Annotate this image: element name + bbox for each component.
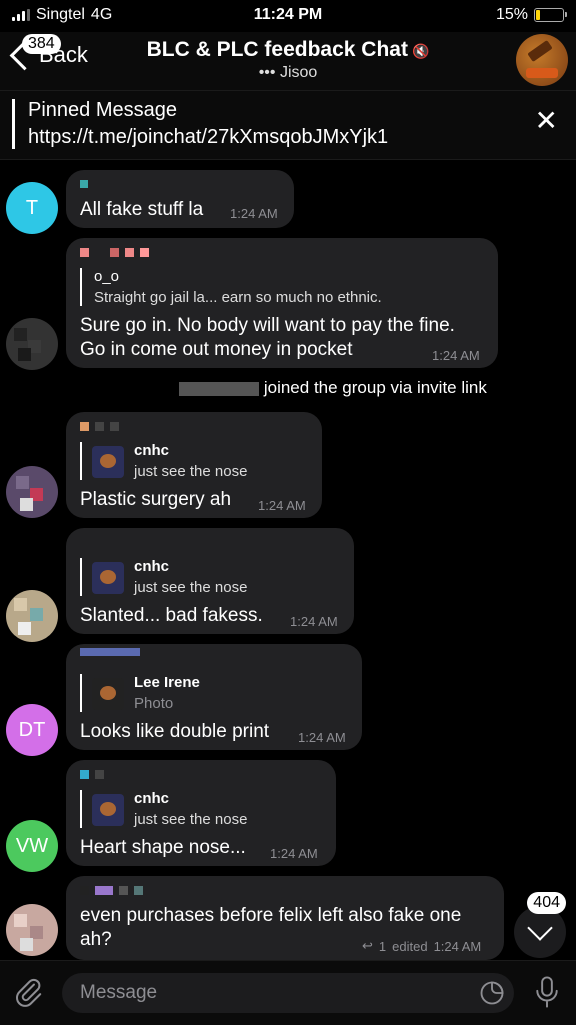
pinned-text: https://t.me/joinchat/27kXmsqobJMxYjk1 [28,126,389,148]
reply-thumbnail [92,678,124,710]
chat-title-text: BLC & PLC feedback Chat [146,38,408,61]
message-text: Looks like double print [80,721,270,742]
battery-percent: 15% [495,6,528,23]
reply-preview[interactable]: o_o Straight go jail la... earn so much … [80,268,382,306]
message-time: 1:24 AM [298,730,346,745]
reply-text: just see the nose [134,579,248,596]
service-text: joined the group via invite link [263,378,487,397]
reply-preview[interactable]: cnhc just see the nose [80,442,247,480]
message-time: 1:24 AM [433,938,482,954]
message-text-line-1: even purchases before felix left also fa… [80,905,462,926]
message-text-line-2: ah? [80,929,112,950]
reply-thumbnail [92,794,124,826]
redacted-name [179,381,260,396]
close-icon[interactable]: ✕ [535,107,558,135]
message-time: 1:24 AM [432,348,480,363]
reply-thumbnail [92,446,124,478]
reply-preview[interactable]: cnhc just see the nose [80,790,247,828]
sender-name-redacted [80,886,143,895]
reply-name: cnhc [134,790,170,807]
status-right: 15% [495,6,567,24]
message-input[interactable] [78,981,442,1005]
message-text: Plastic surgery ah [80,489,232,510]
message-bubble[interactable]: Lee Irene Photo Looks like double print … [66,644,362,750]
reply-text: just see the nose [134,463,248,480]
gavel-icon [527,40,553,62]
message-time: 1:24 AM [258,498,306,513]
microphone-icon[interactable] [532,975,562,1009]
avatar[interactable] [6,466,58,518]
mute-icon: 🔇 [411,43,430,59]
reply-name: Lee Irene [134,674,200,691]
message-text: Slanted... bad fakess. [80,605,263,626]
message-bubble[interactable]: o_o Straight go jail la... earn so much … [66,238,498,368]
pinned-message-bar[interactable]: Pinned Message https://t.me/joinchat/27k… [0,90,576,160]
message-text: Heart shape nose... [80,837,246,858]
sticker-icon[interactable] [478,979,506,1007]
group-avatar[interactable] [516,34,568,86]
reply-preview[interactable]: Lee Irene Photo [80,674,200,712]
message-input-bar [0,960,576,1025]
message-text-line-2: Go in come out money in pocket [80,339,353,360]
message-text-line-1: Sure go in. No body will want to pay the… [80,315,455,336]
message-time: 1:24 AM [270,846,318,861]
message-text: All fake stuff la [80,199,204,220]
reply-text: Straight go jail la... earn so much no e… [94,289,382,306]
avatar[interactable] [6,904,58,956]
message-meta: ↩ 1 edited 1:24 AM [362,938,481,954]
edited-label: edited [392,938,428,954]
message-bubble[interactable]: All fake stuff la 1:24 AM [66,170,294,228]
avatar[interactable]: VW [6,820,58,872]
message-time: 1:24 AM [230,206,278,221]
avatar[interactable] [6,318,58,370]
service-message: joined the group via invite link [0,378,576,398]
pinned-title: Pinned Message [28,99,177,121]
message-list[interactable]: T All fake stuff la 1:24 AM o_o Straight… [0,160,576,960]
reply-thumbnail [92,562,124,594]
chat-title[interactable]: BLC & PLC feedback Chat 🔇 [0,38,576,62]
typing-status: ••• Jisoo [258,64,318,81]
sender-name-redacted [80,422,119,431]
paperclip-icon[interactable] [14,977,44,1007]
pinned-indicator [12,99,15,149]
reply-name: cnhc [134,558,170,575]
avatar[interactable]: DT [6,704,58,756]
sender-name-redacted [80,648,140,656]
reply-name: cnhc [134,442,170,459]
chevron-down-icon [527,915,553,941]
battery-icon [534,8,567,22]
reply-name: o_o [94,268,120,285]
message-bubble[interactable]: cnhc just see the nose Heart shape nose.… [66,760,336,866]
status-time: 11:24 PM [253,6,323,23]
message-field[interactable] [62,973,514,1013]
chat-header: Back 384 BLC & PLC feedback Chat 🔇 ••• Ji… [0,32,576,90]
reply-preview[interactable]: cnhc just see the nose [80,558,247,596]
avatar[interactable]: T [6,182,58,234]
reply-text: Photo [134,695,174,712]
status-bar: Singtel 4G 11:24 PM 15% [0,0,576,32]
unread-mentions-badge: 404 [527,892,566,914]
reply-text: just see the nose [134,811,248,828]
message-bubble[interactable]: cnhc just see the nose Slanted... bad fa… [66,528,354,634]
message-bubble[interactable]: cnhc just see the nose Plastic surgery a… [66,412,322,518]
sender-name-redacted [80,248,149,257]
reply-count: 1 [378,938,387,954]
reply-arrow-icon: ↩ [362,938,373,953]
sender-name-redacted [80,770,104,779]
sender-name-redacted [80,180,88,188]
avatar[interactable] [6,590,58,642]
message-bubble[interactable]: even purchases before felix left also fa… [66,876,504,960]
message-time: 1:24 AM [290,614,338,629]
gavel-base [526,68,558,78]
